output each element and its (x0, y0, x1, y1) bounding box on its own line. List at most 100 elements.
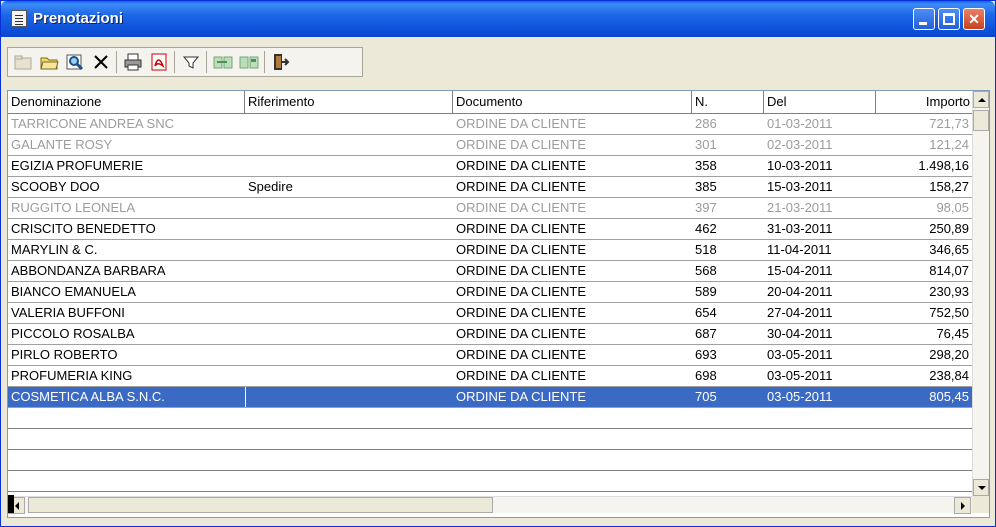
import-button[interactable] (211, 50, 235, 74)
table-row[interactable]: RUGGITO LEONELA ORDINE DA CLIENTE 397 21-03… (8, 198, 972, 219)
cell-documento: ORDINE DA CLIENTE (456, 347, 587, 362)
cell-del: 02-03-2011 (767, 137, 833, 152)
cell-riferimento (245, 240, 453, 260)
header-col-documento[interactable]: Documento (453, 91, 692, 113)
cell-del: 21-03-2011 (767, 200, 833, 215)
empty-row (8, 429, 972, 450)
horizontal-scroll-thumb[interactable] (28, 497, 493, 513)
cell-importo: 121,24 (929, 137, 969, 152)
search-icon (66, 54, 84, 71)
print-button[interactable] (121, 50, 145, 74)
maximize-button[interactable] (938, 8, 960, 30)
arrow-right-icon (961, 502, 965, 510)
empty-row (8, 450, 972, 471)
pdf-button[interactable] (147, 50, 171, 74)
row-selector-indicator (8, 495, 14, 513)
filter-icon (182, 56, 200, 69)
horizontal-scrollbar[interactable] (8, 496, 972, 514)
delete-button[interactable] (89, 50, 113, 74)
window-icon (11, 10, 27, 27)
cell-denominazione: RUGGITO LEONELA (11, 200, 136, 215)
table-row[interactable]: EGIZIA PROFUMERIE ORDINE DA CLIENTE 358 10-… (8, 156, 972, 177)
cell-riferimento (245, 324, 453, 344)
empty-row (8, 408, 972, 429)
cell-documento: ORDINE DA CLIENTE (456, 200, 587, 215)
cell-riferimento (245, 219, 453, 239)
header-col-importo[interactable]: Importo (876, 91, 972, 113)
cell-numero: 698 (695, 368, 717, 383)
open-folder-button[interactable] (37, 50, 61, 74)
table-row[interactable]: MARYLIN & C. ORDINE DA CLIENTE 518 11-04-20… (8, 240, 972, 261)
header-col-denominazione[interactable]: Denominazione (8, 91, 245, 113)
exit-icon (274, 54, 290, 70)
table-row[interactable]: GALANTE ROSY ORDINE DA CLIENTE 301 02-03-20… (8, 135, 972, 156)
new-record-button[interactable] (11, 50, 35, 74)
reservations-grid[interactable]: Denominazione Riferimento Documento N. Del Im… (7, 90, 990, 518)
toolbar-separator (206, 51, 207, 73)
export-button[interactable] (237, 50, 261, 74)
cell-denominazione: PICCOLO ROSALBA (11, 326, 135, 341)
close-button[interactable]: ✕ (963, 8, 985, 30)
print-icon (124, 53, 142, 71)
cell-numero: 385 (695, 179, 717, 194)
cell-riferimento (245, 282, 453, 302)
cell-documento: ORDINE DA CLIENTE (456, 368, 587, 383)
toolbar-separator (264, 51, 265, 73)
cell-riferimento (245, 345, 453, 365)
cell-numero: 518 (695, 242, 717, 257)
vertical-scroll-thumb[interactable] (973, 110, 989, 131)
scroll-up-button[interactable] (973, 91, 989, 108)
table-row[interactable]: PICCOLO ROSALBA ORDINE DA CLIENTE 687 30-04… (8, 324, 972, 345)
scroll-right-button[interactable] (954, 497, 971, 514)
table-row[interactable]: ABBONDANZA BARBARA ORDINE DA CLIENTE 568 15… (8, 261, 972, 282)
cell-del: 11-04-2011 (767, 242, 832, 257)
cell-importo: 1.498,16 (918, 158, 969, 173)
cell-del: 03-05-2011 (767, 368, 833, 383)
table-row[interactable]: PROFUMERIA KING ORDINE DA CLIENTE 698 03-05… (8, 366, 972, 387)
cell-denominazione: COSMETICA ALBA S.N.C. (11, 389, 165, 404)
table-row-selected[interactable]: COSMETICA ALBA S.N.C. ORDINE DA CLIENTE 70… (8, 387, 972, 408)
cell-del: 03-05-2011 (767, 347, 833, 362)
cell-denominazione: CRISCITO BENEDETTO (11, 221, 156, 236)
title-bar[interactable]: Prenotazioni ✕ (1, 1, 995, 37)
import-icon (213, 56, 233, 69)
minimize-button[interactable] (913, 8, 935, 30)
cell-numero: 301 (695, 137, 717, 152)
header-col-del[interactable]: Del (764, 91, 876, 113)
filter-button[interactable] (179, 50, 203, 74)
toolbar-separator (116, 51, 117, 73)
search-button[interactable] (63, 50, 87, 74)
window-title: Prenotazioni (33, 10, 124, 27)
table-row[interactable]: BIANCO EMANUELA ORDINE DA CLIENTE 589 20-04… (8, 282, 972, 303)
table-row[interactable]: CRISCITO BENEDETTO ORDINE DA CLIENTE 462 31… (8, 219, 972, 240)
cell-documento: ORDINE DA CLIENTE (456, 116, 587, 131)
arrow-down-icon (978, 486, 986, 490)
cell-numero: 687 (695, 326, 717, 341)
scroll-down-button[interactable] (973, 479, 989, 496)
cell-riferimento (245, 387, 453, 407)
cell-importo: 76,45 (936, 326, 969, 341)
cell-numero: 568 (695, 263, 717, 278)
cell-documento: ORDINE DA CLIENTE (456, 179, 587, 194)
header-col-riferimento[interactable]: Riferimento (245, 91, 453, 113)
toolbar-separator (174, 51, 175, 73)
cell-del: 30-04-2011 (767, 326, 833, 341)
close-icon: ✕ (968, 11, 980, 27)
cell-numero: 693 (695, 347, 717, 362)
cell-numero: 705 (695, 389, 717, 404)
table-row[interactable]: SCOOBY DOO Spedire ORDINE DA CLIENTE 385 15-… (8, 177, 972, 198)
cell-riferimento (245, 303, 453, 323)
vertical-scrollbar[interactable] (972, 91, 989, 496)
table-row[interactable]: TARRICONE ANDREA SNC ORDINE DA CLIENTE 286… (8, 114, 972, 135)
table-row[interactable]: PIRLO ROBERTO ORDINE DA CLIENTE 693 03-05-2… (8, 345, 972, 366)
pdf-icon (151, 53, 167, 71)
exit-button[interactable] (269, 50, 293, 74)
cell-denominazione: SCOOBY DOO (11, 179, 100, 194)
cell-riferimento (245, 156, 453, 176)
cell-importo: 805,45 (929, 389, 969, 404)
table-row[interactable]: VALERIA BUFFONI ORDINE DA CLIENTE 654 27-04… (8, 303, 972, 324)
cell-importo: 346,65 (929, 242, 969, 257)
header-col-numero[interactable]: N. (692, 91, 764, 113)
minimize-icon (919, 22, 927, 25)
cell-denominazione: VALERIA BUFFONI (11, 305, 125, 320)
